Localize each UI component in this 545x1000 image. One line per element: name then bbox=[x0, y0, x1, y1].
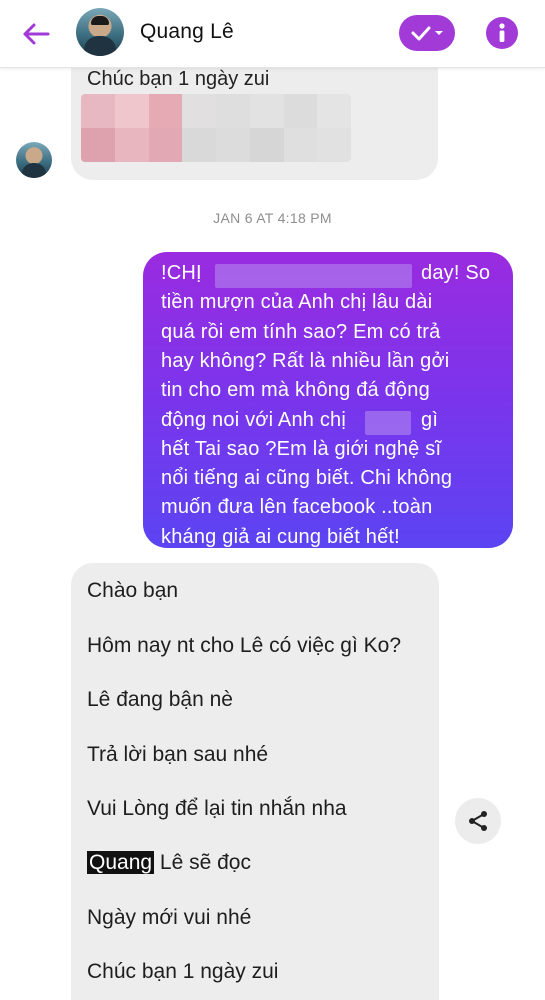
outgoing-message-bubble[interactable]: !CHỊ day! So tiền mượn của Anh chị lâu d… bbox=[143, 252, 513, 548]
message-line: Vui Lòng để lại tin nhắn nha bbox=[87, 797, 347, 820]
message-line: !CHỊ bbox=[161, 262, 202, 284]
message-line: Trả lời bạn sau nhé bbox=[87, 743, 269, 766]
message-line: Ngày mới vui nhé bbox=[87, 906, 252, 929]
message-timestamp: JAN 6 AT 4:18 PM bbox=[213, 210, 332, 226]
message-line: Lê đang bận nè bbox=[87, 688, 233, 711]
message-line-rest: Lê sẽ đọc bbox=[159, 851, 251, 874]
share-icon bbox=[469, 811, 487, 831]
check-dropdown-icon bbox=[411, 26, 443, 41]
conversation-header: Quang Lê bbox=[0, 0, 545, 68]
message-line: động noi với Anh chị bbox=[161, 408, 347, 431]
message-line-highlighted: Quang Lê sẽ đọc bbox=[87, 851, 251, 875]
share-button[interactable] bbox=[455, 798, 501, 844]
message-line: tin cho em mà không đá động bbox=[161, 379, 430, 402]
message-line: kháng giả ai cung biết hết! bbox=[161, 525, 400, 548]
highlighted-word: Quang bbox=[87, 851, 155, 874]
mark-button[interactable] bbox=[399, 15, 455, 51]
redacted-text bbox=[365, 410, 411, 435]
message-line: Hôm nay nt cho Lê có việc gì Ko? bbox=[87, 634, 402, 657]
info-button[interactable] bbox=[486, 17, 518, 49]
message-line: quá rồi em tính sao? Em có trả bbox=[161, 320, 441, 343]
back-arrow-icon bbox=[23, 23, 50, 45]
message-line: gì bbox=[421, 408, 439, 431]
contact-name[interactable]: Quang Lê bbox=[140, 20, 234, 44]
message-line: hết Tai sao ?Em là giới nghệ sĩ bbox=[161, 437, 442, 460]
message-text: Chúc bạn 1 ngày zui bbox=[87, 68, 270, 90]
message-line: nổi tiếng ai cũng biết. Chi không bbox=[161, 467, 453, 490]
message-line: Chúc bạn 1 ngày zui bbox=[87, 960, 279, 983]
contact-avatar[interactable] bbox=[76, 8, 124, 56]
blurred-image bbox=[81, 94, 351, 162]
message-line: tiền mượn của Anh chị lâu dài bbox=[161, 291, 433, 314]
back-button[interactable] bbox=[18, 16, 54, 52]
info-icon bbox=[499, 23, 505, 42]
sender-avatar[interactable] bbox=[16, 142, 52, 178]
incoming-auto-reply-bubble[interactable]: Chào bạn Hôm nay nt cho Lê có việc gì Ko… bbox=[71, 563, 439, 1000]
message-line: muốn đưa lên facebook ..toàn bbox=[161, 496, 433, 519]
message-line: Chào bạn bbox=[87, 579, 179, 602]
message-line: day! So bbox=[421, 262, 491, 284]
redacted-text bbox=[215, 264, 412, 288]
message-line: hay không? Rất là nhiều lần gởi bbox=[161, 349, 450, 372]
